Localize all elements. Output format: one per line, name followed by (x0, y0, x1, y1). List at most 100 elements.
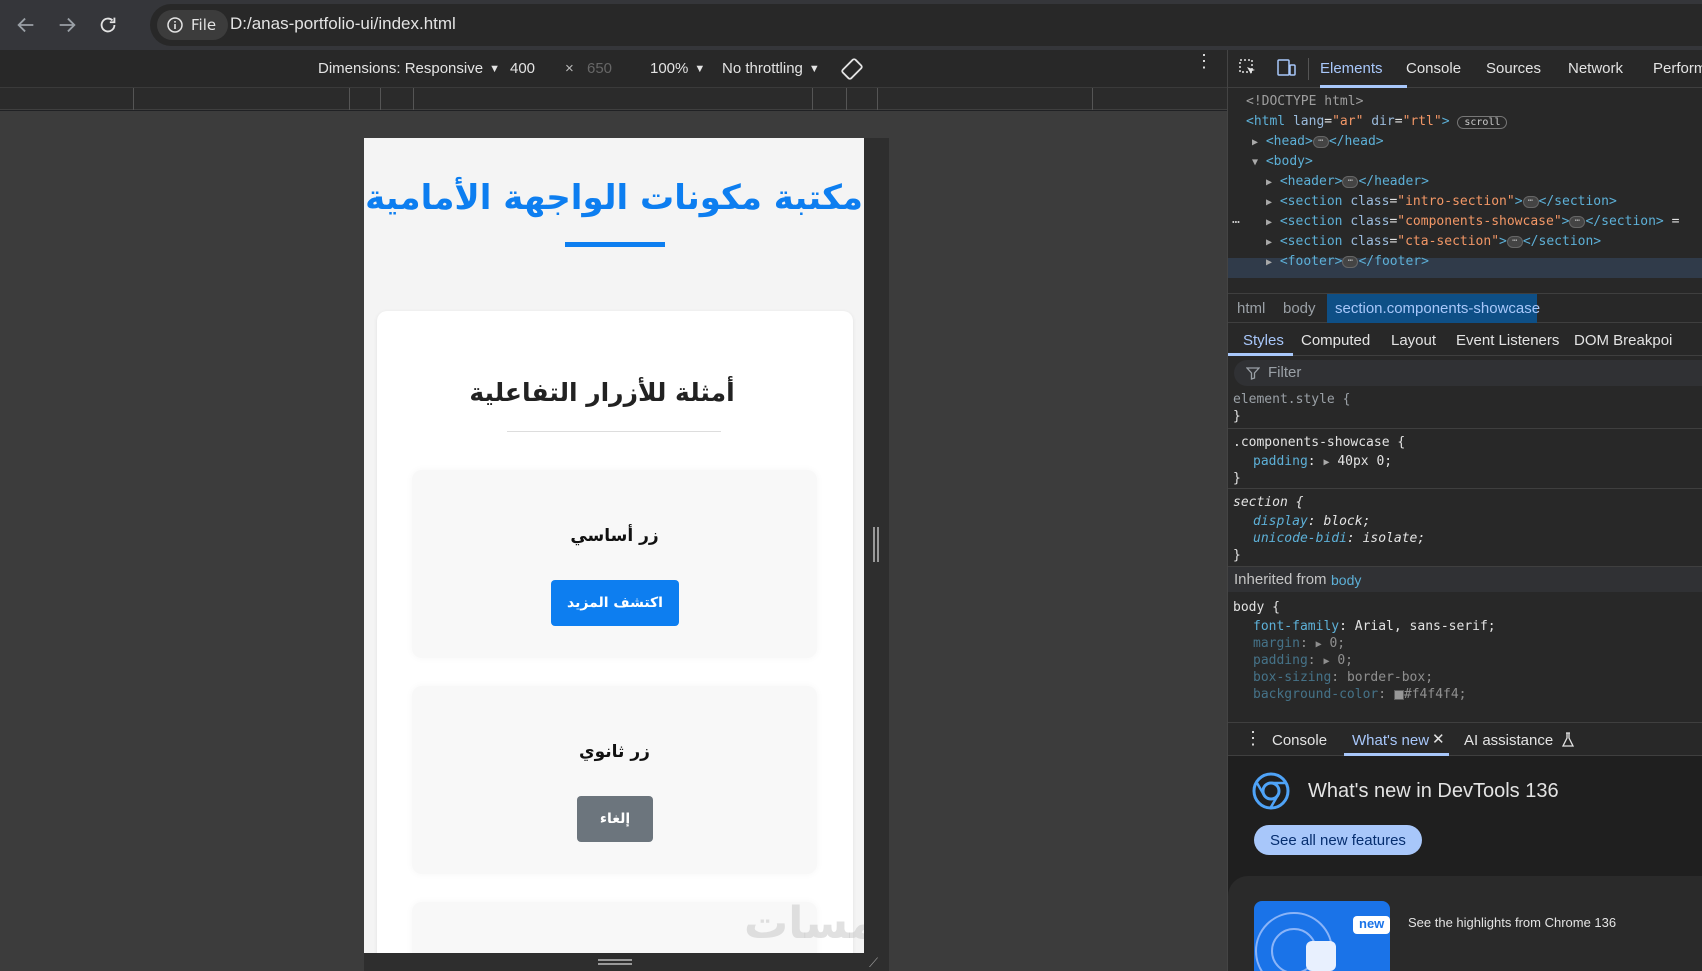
drawer-tab-whats-new[interactable]: What's new (1352, 732, 1429, 749)
close-icon[interactable]: ✕ (1432, 730, 1445, 748)
tab-styles[interactable]: Styles (1243, 332, 1284, 349)
padding-declaration[interactable]: padding: ▶ 40px 0; (1253, 454, 1392, 469)
node-dots-icon[interactable]: … (1232, 212, 1240, 227)
primary-button[interactable]: اكتشف المزيد (551, 580, 679, 626)
bottom-resize-handle-icon[interactable] (598, 959, 632, 965)
cta-section-node[interactable]: ▶ <section class="cta-section"> ⋯ </sectio… (1266, 234, 1601, 249)
header-close-tag: </header> (1358, 174, 1429, 189)
ruler-tick (1092, 88, 1093, 110)
throttle-dropdown[interactable]: No throttling ▼ (722, 60, 820, 77)
tab-computed[interactable]: Computed (1301, 332, 1370, 349)
resize-handle[interactable] (873, 527, 879, 562)
section-open-tag: <section (1279, 234, 1343, 249)
background-color-declaration[interactable]: background-color: #f4f4f4; (1253, 687, 1467, 702)
property-name: padding (1253, 653, 1308, 668)
resize-bar-bottom[interactable]: ⟋ (364, 953, 889, 971)
ellipsis-badge[interactable]: ⋯ (1342, 175, 1359, 188)
display-declaration[interactable]: display: block; (1253, 514, 1370, 529)
tab-layout[interactable]: Layout (1391, 332, 1436, 349)
section-close-tag: </section> (1522, 234, 1602, 249)
intro-section-node[interactable]: ▶ <section class="intro-section"> ⋯ </sect… (1266, 194, 1617, 209)
font-family-declaration[interactable]: font-family: Arial, sans-serif; (1253, 619, 1496, 634)
forward-button[interactable] (51, 9, 83, 41)
expand-triangle-icon[interactable]: ▶ (1316, 639, 1322, 650)
property-name: unicode-bidi (1253, 531, 1347, 546)
breadcrumb-body[interactable]: body (1283, 300, 1316, 317)
html-node[interactable]: <html lang="ar" dir="rtl"> scroll (1246, 114, 1508, 129)
property-value: 0; (1337, 653, 1353, 668)
expand-triangle-icon[interactable]: ▶ (1323, 457, 1329, 468)
showcase-section-node[interactable]: ▶ <section class = "components-showcase"> ⋯… (1266, 214, 1679, 229)
ellipsis-badge[interactable]: ⋯ (1506, 235, 1523, 248)
tab-sources[interactable]: Sources (1486, 60, 1541, 77)
caret-down-icon: ▼ (489, 62, 500, 75)
ruler-tick (380, 88, 381, 110)
styles-filter-input[interactable]: Filter (1234, 360, 1702, 386)
expand-triangle-icon[interactable]: ▶ (1266, 177, 1272, 188)
width-input[interactable]: 400 (510, 60, 535, 77)
breadcrumb-section[interactable]: section.components-showcase (1335, 300, 1540, 317)
body-rule-selector[interactable]: body { (1233, 600, 1280, 615)
more-options-icon[interactable]: ⋮ (1195, 52, 1213, 70)
drawer-tab-console[interactable]: Console (1272, 732, 1327, 749)
footer-node[interactable]: ▶ <footer> ⋯ </footer> (1266, 254, 1429, 269)
color-swatch[interactable] (1393, 689, 1404, 700)
colon: : (1346, 531, 1355, 546)
padding-inherited-declaration[interactable]: padding: ▶ 0; (1253, 653, 1353, 668)
margin-declaration[interactable]: margin: ▶ 0; (1253, 636, 1345, 651)
styles-pane: element.style { } .components-showcase {… (1228, 390, 1702, 720)
tab-console[interactable]: Console (1406, 60, 1461, 77)
expand-triangle-icon[interactable]: ▶ (1266, 257, 1272, 268)
inherited-from-link[interactable]: body (1331, 572, 1361, 588)
reload-button[interactable] (92, 9, 124, 41)
property-value: Arial, sans-serif; (1354, 619, 1496, 634)
showcase-rule-selector[interactable]: .components-showcase { (1233, 435, 1405, 450)
ellipsis-badge[interactable]: ⋯ (1522, 195, 1539, 208)
tab-event-listeners[interactable]: Event Listeners (1456, 332, 1559, 349)
colon: : (1307, 514, 1316, 529)
rotate-icon[interactable] (840, 57, 864, 81)
address-bar[interactable]: File D:/anas-portfolio-ui/index.html (150, 4, 1702, 46)
device-toggle-icon[interactable] (1275, 58, 1297, 78)
colon: : (1307, 454, 1316, 469)
item-label: زر ثانوي (579, 742, 650, 762)
drawer-tab-ai-assistance[interactable]: AI assistance (1464, 732, 1553, 749)
tab-performance[interactable]: Perform (1653, 60, 1702, 77)
highlights-card[interactable]: new See the highlights from Chrome 136 (1228, 876, 1702, 971)
tab-dom-breakpoints[interactable]: DOM Breakpoi (1574, 332, 1672, 349)
section-rule-selector[interactable]: section { (1233, 495, 1303, 510)
breadcrumb-html[interactable]: html (1237, 300, 1265, 317)
url-text[interactable]: D:/anas-portfolio-ui/index.html (230, 14, 456, 34)
tab-network[interactable]: Network (1568, 60, 1623, 77)
ellipsis-badge[interactable]: ⋯ (1569, 215, 1586, 228)
corner-resize-icon[interactable]: ⟋ (869, 956, 878, 971)
tab-elements[interactable]: Elements (1320, 60, 1383, 77)
see-all-features-button[interactable]: See all new features (1254, 825, 1422, 855)
doctype-node[interactable]: <!DOCTYPE html> (1246, 94, 1363, 109)
inspect-element-icon[interactable] (1238, 58, 1258, 78)
section-close-tag: </section> (1538, 194, 1617, 209)
ellipsis-badge[interactable]: ⋯ (1312, 135, 1329, 148)
site-info-chip[interactable]: File (157, 10, 229, 40)
expand-triangle-icon[interactable]: ▶ (1252, 137, 1258, 148)
dimensions-dropdown[interactable]: Dimensions: Responsive ▼ (318, 60, 500, 77)
body-node[interactable]: ▼ <body> (1252, 154, 1313, 169)
drawer-menu-icon[interactable]: ⋮ (1244, 728, 1262, 749)
height-input[interactable]: 650 (587, 60, 612, 77)
collapse-triangle-icon[interactable]: ▼ (1252, 157, 1258, 168)
ellipsis-badge[interactable]: ⋯ (1342, 255, 1359, 268)
zoom-dropdown[interactable]: 100% ▼ (650, 60, 705, 77)
back-button[interactable] (10, 9, 42, 41)
secondary-button[interactable]: إلغاء (577, 796, 653, 842)
element-style-rule[interactable]: element.style { (1233, 392, 1350, 407)
expand-triangle-icon[interactable]: ▶ (1266, 197, 1272, 208)
box-sizing-declaration[interactable]: box-sizing: border-box; (1253, 670, 1433, 685)
header-node[interactable]: ▶ <header> ⋯ </header> (1266, 174, 1429, 189)
expand-triangle-icon[interactable]: ▶ (1323, 656, 1329, 667)
property-name: background-color (1253, 687, 1379, 702)
head-node[interactable]: ▶ <head> ⋯ </head> (1252, 134, 1384, 149)
expand-triangle-icon[interactable]: ▶ (1266, 237, 1272, 248)
expand-triangle-icon[interactable]: ▶ (1266, 217, 1272, 228)
unicode-bidi-declaration[interactable]: unicode-bidi: isolate; (1253, 531, 1425, 546)
scroll-badge[interactable]: scroll (1457, 116, 1508, 129)
